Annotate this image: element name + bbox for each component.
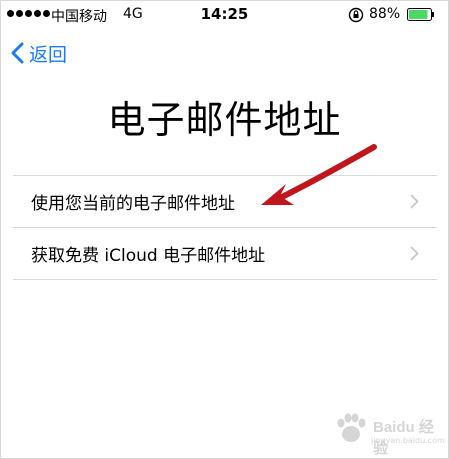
red-arrow-annotation-icon [261, 144, 377, 205]
phone-screen: 中国移动 4G 14:25 88% 返回 电子邮件地址 使用您当前的电子邮件地址 [0, 0, 449, 459]
option-label: 使用您当前的电子邮件地址 [31, 194, 235, 214]
chevron-right-icon [410, 246, 419, 261]
back-button-label: 返回 [29, 43, 68, 66]
option-label: 获取免费 iCloud 电子邮件地址 [31, 246, 266, 266]
watermark-site: jingyan.baidu.com [371, 436, 445, 445]
status-bar: 中国移动 4G 14:25 88% [1, 1, 448, 29]
back-button[interactable]: 返回 [9, 39, 67, 67]
battery-icon [407, 8, 434, 21]
divider [13, 279, 437, 280]
baidu-jingyan-watermark: Baidu 经验 jingyan.baidu.com [331, 404, 445, 457]
chevron-right-icon [410, 194, 419, 209]
page-title: 电子邮件地址 [107, 98, 342, 142]
chevron-left-icon [11, 42, 24, 64]
option-get-free-icloud-email[interactable]: 获取免费 iCloud 电子邮件地址 [13, 228, 437, 279]
battery-percentage: 88% [369, 6, 401, 22]
paw-logo-icon [337, 413, 366, 442]
rotation-lock-icon [348, 7, 364, 23]
